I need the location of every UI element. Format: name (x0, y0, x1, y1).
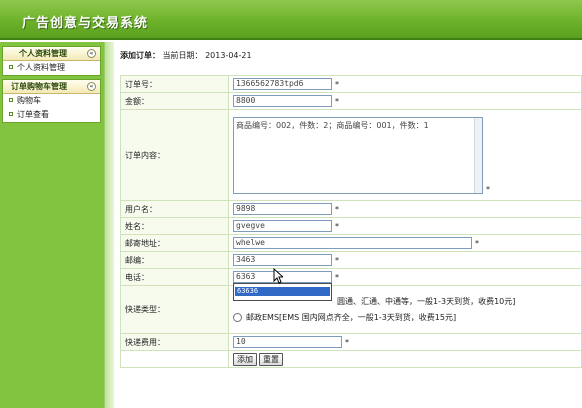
sidebar-item-profile[interactable]: 个人资料管理 (3, 61, 100, 75)
sidebar: 个人资料管理 « 个人资料管理 订单购物车管理 « 购物车 订单查看 (0, 42, 104, 408)
mouse-cursor-icon (273, 268, 283, 284)
breadcrumb-section: 添加订单： (120, 51, 160, 60)
reset-button[interactable]: 重置 (259, 352, 283, 366)
sidebar-item-label: 订单查看 (17, 110, 49, 119)
form-row-order-no: 订单号： 1366562783tpd6 * (120, 75, 582, 93)
required-mark: * (475, 238, 479, 248)
form-row-content: 订单内容： 商品编号：002，件数：2；商品编号：001，件数：1 * (120, 109, 582, 201)
header-banner: 广告创意与交易系统 (0, 0, 582, 40)
field-label: 邮编： (120, 251, 229, 269)
ship-option-label: 圆通、汇通、中通等，一般1-3天到货，收费10元] (337, 296, 516, 306)
username-input[interactable]: 9898 (233, 203, 332, 215)
order-content-textarea[interactable]: 商品编号：002，件数：2；商品编号：001，件数：1 (233, 116, 483, 194)
sidebar-panel-header[interactable]: 订单购物车管理 « (3, 80, 100, 94)
order-form: 订单号： 1366562783tpd6 * 金额： 8800 * 订单内容： 商品编… (120, 75, 582, 368)
sidebar-item-orders[interactable]: 订单查看 (3, 108, 100, 122)
ship-option-ems[interactable]: 邮政EMS[EMS 国内网点齐全，一般1-3天到货，收费15元] (233, 310, 581, 326)
sidebar-item-cart[interactable]: 购物车 (3, 94, 100, 108)
ship-fee-input[interactable]: 10 (233, 336, 342, 348)
collapse-icon[interactable]: « (87, 82, 96, 91)
main-content: 添加订单： 当前日期： 2013-04-21 订单号： 1366562783tp… (114, 42, 582, 408)
field-label: 电话： (120, 268, 229, 286)
form-row-amount: 金额： 8800 * (120, 92, 582, 110)
form-row-name: 姓名： gvegve * (120, 217, 582, 235)
name-input[interactable]: gvegve (233, 220, 332, 232)
current-date: 2013-04-21 (205, 51, 252, 60)
required-mark: * (335, 96, 339, 106)
autocomplete-dropdown: 63636 (233, 283, 332, 301)
form-row-username: 用户名： 9898 * (120, 200, 582, 218)
required-mark: * (335, 79, 339, 89)
field-label: 邮寄地址： (120, 234, 229, 252)
app-title: 广告创意与交易系统 (22, 16, 149, 31)
amount-input[interactable]: 8800 (233, 95, 332, 107)
required-mark: * (335, 272, 339, 282)
sidebar-panel-orders: 订单购物车管理 « 购物车 订单查看 (2, 79, 101, 123)
form-row-phone: 电话： 6363 * 63636 (120, 268, 582, 301)
breadcrumb: 添加订单： 当前日期： 2013-04-21 (120, 50, 252, 61)
frame-divider[interactable] (104, 42, 114, 408)
required-mark: * (345, 337, 349, 347)
field-label: 金额： (120, 92, 229, 110)
bullet-icon (9, 65, 13, 69)
field-label: 订单号： (120, 75, 229, 93)
current-date-label: 当前日期： (162, 51, 203, 60)
bullet-icon (9, 112, 13, 116)
form-row-actions: 添加 重置 (120, 350, 582, 368)
sidebar-item-label: 购物车 (17, 96, 41, 105)
field-label: 姓名： (120, 217, 229, 235)
order-no-input[interactable]: 1366562783tpd6 (233, 78, 332, 90)
field-label: 快递费用： (120, 333, 229, 351)
sidebar-panel-title: 个人资料管理 (19, 49, 67, 58)
collapse-icon[interactable]: « (87, 49, 96, 58)
form-row-zip: 邮编： 3463 * (120, 251, 582, 269)
order-content-text: 商品编号：002，件数：2；商品编号：001，件数：1 (236, 120, 429, 130)
add-button[interactable]: 添加 (233, 352, 257, 366)
form-row-ship-fee: 快递费用： 10 * (120, 333, 582, 351)
sidebar-panel-title: 订单购物车管理 (11, 82, 67, 91)
field-label: 订单内容： (120, 109, 229, 201)
sidebar-panel-header[interactable]: 个人资料管理 « (3, 47, 100, 61)
required-mark: * (486, 184, 490, 194)
textarea-scrollbar[interactable] (474, 117, 482, 193)
field-label: 快递类型： (120, 285, 229, 334)
required-mark: * (335, 255, 339, 265)
field-label: 用户名： (120, 200, 229, 218)
bullet-icon (9, 98, 13, 102)
autocomplete-suggestion[interactable]: 63636 (235, 287, 330, 296)
ship-option-label: 邮政EMS[EMS 国内网点齐全，一般1-3天到货，收费15元] (246, 312, 457, 322)
zip-input[interactable]: 3463 (233, 254, 332, 266)
address-input[interactable]: whelwe (233, 237, 472, 249)
form-row-ship-type: 快递类型： 圆通、汇通、中通等，一般1-3天到货，收费10元] 邮政EMS[EM… (120, 285, 582, 334)
required-mark: * (335, 221, 339, 231)
radio-button[interactable] (233, 313, 242, 322)
form-row-address: 邮寄地址： whelwe * (120, 234, 582, 252)
required-mark: * (335, 204, 339, 214)
sidebar-panel-profile: 个人资料管理 « 个人资料管理 (2, 46, 101, 76)
sidebar-item-label: 个人资料管理 (17, 63, 65, 72)
